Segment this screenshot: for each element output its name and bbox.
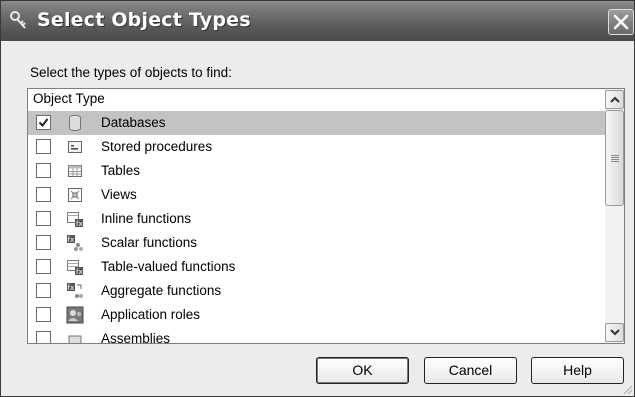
- checkbox[interactable]: [36, 139, 51, 154]
- checkbox[interactable]: [36, 283, 51, 298]
- chevron-down-icon: [610, 329, 620, 336]
- close-icon: [613, 14, 629, 30]
- column-header-label: Object Type: [33, 91, 105, 106]
- checkbox[interactable]: [36, 211, 51, 226]
- resize-grip-icon[interactable]: [621, 383, 633, 395]
- list-item[interactable]: fx Inline functions: [28, 207, 605, 231]
- checkbox[interactable]: [36, 163, 51, 178]
- list-item-label: Stored procedures: [101, 139, 213, 154]
- list-item-label: Application roles: [101, 307, 201, 322]
- list-item-label: Tables: [101, 163, 141, 178]
- list-item-label: Databases: [101, 115, 166, 130]
- checkmark-icon: [38, 118, 49, 128]
- chevron-up-icon: [610, 96, 620, 103]
- svg-text:fx: fx: [76, 268, 83, 276]
- checkbox[interactable]: [36, 115, 51, 130]
- object-type-rows: Databases Stored procedures Tables Views fx I…: [28, 111, 605, 343]
- svg-text:fx: fx: [76, 220, 83, 228]
- dialog-title: Select Object Types: [37, 9, 251, 31]
- svg-text:fx: fx: [68, 236, 75, 244]
- scroll-thumb[interactable]: [605, 110, 624, 206]
- checkbox[interactable]: [36, 187, 51, 202]
- list-item-label: Scalar functions: [101, 235, 198, 250]
- checkbox[interactable]: [36, 259, 51, 274]
- list-item-label: Views: [101, 187, 137, 202]
- scalar-function-icon: fx: [66, 234, 84, 252]
- object-type-list[interactable]: Object Type Databases Stored procedures Ta…: [27, 88, 625, 344]
- scroll-down-button[interactable]: [605, 323, 624, 342]
- list-item-label: Aggregate functions: [101, 283, 222, 298]
- aggregate-function-icon: fx: [66, 282, 84, 300]
- table-icon: [66, 162, 84, 180]
- title-bar[interactable]: Select Object Types: [1, 1, 634, 41]
- list-item[interactable]: fx Scalar functions: [28, 231, 605, 255]
- list-item-label: Table-valued functions: [101, 259, 236, 274]
- ok-button[interactable]: OK: [316, 357, 409, 384]
- checkbox[interactable]: [36, 235, 51, 250]
- list-item[interactable]: Databases: [28, 111, 605, 135]
- svg-text:fx: fx: [68, 284, 75, 292]
- application-role-icon: [66, 306, 84, 324]
- list-item[interactable]: fx Table-valued functions: [28, 255, 605, 279]
- stored-procedure-icon: [66, 138, 84, 156]
- list-item[interactable]: Views: [28, 183, 605, 207]
- checkbox[interactable]: [36, 331, 51, 343]
- inline-function-icon: fx: [66, 210, 84, 228]
- select-object-types-dialog: Select Object Types Select the types of …: [0, 0, 635, 397]
- cancel-button[interactable]: Cancel: [424, 357, 517, 384]
- list-item[interactable]: Application roles: [28, 303, 605, 327]
- list-item-label: Inline functions: [101, 211, 192, 226]
- list-item-label: Assemblies: [101, 331, 171, 343]
- database-icon: [66, 114, 84, 132]
- table-valued-function-icon: fx: [66, 258, 84, 276]
- list-item[interactable]: Stored procedures: [28, 135, 605, 159]
- key-person-icon: [10, 11, 26, 29]
- help-button[interactable]: Help: [531, 357, 624, 384]
- list-item[interactable]: fx Aggregate functions: [28, 279, 605, 303]
- list-item[interactable]: Tables: [28, 159, 605, 183]
- vertical-scrollbar[interactable]: [605, 89, 624, 343]
- column-header-object-type[interactable]: Object Type: [28, 89, 605, 111]
- close-button[interactable]: [608, 9, 634, 35]
- list-item[interactable]: Assemblies: [28, 327, 605, 343]
- view-icon: [66, 186, 84, 204]
- scroll-up-button[interactable]: [605, 90, 624, 109]
- instruction-label: Select the types of objects to find:: [30, 65, 232, 80]
- checkbox[interactable]: [36, 307, 51, 322]
- assembly-icon: [66, 330, 84, 343]
